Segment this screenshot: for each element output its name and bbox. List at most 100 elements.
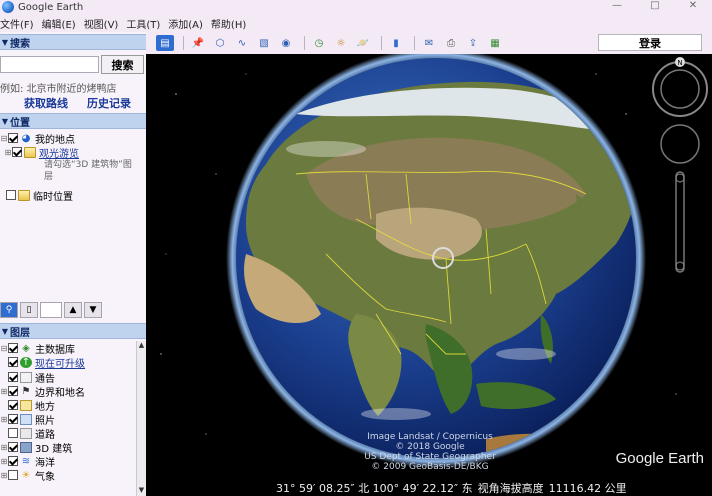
layer-row[interactable]: ⊟ ◈ 主数据库 bbox=[0, 341, 75, 356]
get-route-link[interactable]: 获取路线 bbox=[24, 95, 68, 111]
places-panel-header[interactable]: ▼ 位置 bbox=[0, 113, 146, 129]
tree-row-my-places[interactable]: ⊟ ◕ 我的地点 bbox=[0, 131, 75, 146]
places-icon bbox=[20, 399, 32, 411]
my-places-checkbox[interactable] bbox=[8, 133, 18, 143]
move-up-icon[interactable]: ▲ bbox=[64, 302, 82, 318]
attribution-line: © 2018 Google bbox=[395, 442, 465, 452]
search-button[interactable]: 搜索 bbox=[101, 55, 144, 74]
navigation-controls[interactable] bbox=[652, 57, 708, 273]
switch-planet-icon[interactable]: 🪐 bbox=[354, 35, 372, 51]
panel-toggle-icon[interactable]: ▯ bbox=[20, 302, 38, 318]
layer-checkbox[interactable] bbox=[8, 372, 18, 382]
layer-label: 道路 bbox=[35, 429, 55, 441]
globe-canvas[interactable]: N bbox=[146, 54, 712, 496]
layer-checkbox[interactable] bbox=[8, 456, 18, 466]
sidebar: ▼ 搜索 搜索 例如: 北京市附近的烤鸭店 获取路线 历史记录 ▼ 位置 ⊟ ◕… bbox=[0, 32, 146, 496]
expand-plus-icon[interactable]: ⊞ bbox=[0, 415, 8, 424]
move-joystick-icon[interactable] bbox=[660, 124, 700, 164]
layer-checkbox[interactable] bbox=[8, 400, 18, 410]
sightseeing-note: 请勾选“3D 建筑物”图层 bbox=[44, 160, 132, 182]
expand-minus-icon[interactable]: ⊟ bbox=[0, 344, 8, 353]
save-image-icon[interactable]: ⇪ bbox=[464, 35, 482, 51]
layer-label: 照片 bbox=[35, 415, 55, 427]
scroll-down-icon[interactable]: ▼ bbox=[137, 486, 146, 496]
login-button[interactable]: 登录 bbox=[598, 34, 702, 51]
attribution-line: Image Landsat / Copernicus bbox=[367, 432, 493, 442]
menu-add[interactable]: 添加(A) bbox=[168, 16, 211, 31]
layer-label: 通告 bbox=[35, 373, 55, 385]
search-panel-header[interactable]: ▼ 搜索 bbox=[0, 34, 146, 50]
layer-checkbox[interactable] bbox=[8, 414, 18, 424]
email-icon[interactable]: ✉ bbox=[420, 35, 438, 51]
expand-plus-icon[interactable]: ⊞ bbox=[0, 387, 8, 396]
layer-label[interactable]: 现在可升级 bbox=[35, 355, 85, 370]
layer-checkbox[interactable] bbox=[8, 386, 18, 396]
placemark-icon[interactable]: 📌 bbox=[189, 35, 207, 51]
layer-row[interactable]: 地方 bbox=[8, 398, 55, 413]
expand-plus-icon[interactable]: ⊞ bbox=[0, 457, 8, 466]
layer-row[interactable]: 道路 bbox=[8, 426, 55, 441]
window-title: Google Earth bbox=[18, 1, 84, 13]
sunlight-icon[interactable]: ☼ bbox=[332, 35, 350, 51]
history-link[interactable]: 历史记录 bbox=[87, 95, 131, 111]
layer-row[interactable]: 通告 bbox=[8, 370, 55, 385]
layer-row[interactable]: ⊞ 照片 bbox=[0, 412, 55, 427]
scroll-up-icon[interactable]: ▲ bbox=[137, 341, 146, 351]
minimize-button[interactable]: — bbox=[598, 0, 636, 14]
close-button[interactable]: ✕ bbox=[674, 0, 712, 14]
expand-plus-icon[interactable]: ⊞ bbox=[0, 443, 8, 452]
restore-button[interactable]: □ bbox=[636, 0, 674, 14]
temp-places-checkbox[interactable] bbox=[6, 190, 16, 200]
path-icon[interactable]: ∿ bbox=[233, 35, 251, 51]
tree-row-sightseeing[interactable]: ⊞ 观光游览 bbox=[4, 145, 79, 160]
search-places-icon[interactable]: ⚲ bbox=[0, 302, 18, 318]
eye-altitude-value: 11116.42 公里 bbox=[548, 482, 627, 495]
zoom-out-icon[interactable] bbox=[675, 261, 685, 271]
toolbar-divider bbox=[304, 36, 305, 50]
layer-checkbox[interactable] bbox=[8, 357, 18, 367]
layers-scrollbar[interactable]: ▲ ▼ bbox=[136, 341, 146, 496]
places-mini-toolbar: ⚲ ▯ ▲ ▼ bbox=[0, 301, 146, 319]
zoom-in-icon[interactable] bbox=[675, 173, 685, 183]
earth-view[interactable]: N Image Landsat / Copernicus © 2018 Goog… bbox=[146, 54, 712, 496]
menu-tools[interactable]: 工具(T) bbox=[126, 16, 168, 31]
search-example: 例如: 北京市附近的烤鸭店 bbox=[0, 84, 117, 95]
layer-row[interactable]: ⊞ 3D 建筑 bbox=[0, 440, 72, 455]
sidebar-toggle-icon[interactable]: ▤ bbox=[156, 35, 174, 51]
layer-row[interactable]: ⊞ ≋ 海洋 bbox=[0, 454, 55, 469]
layer-checkbox[interactable] bbox=[8, 343, 18, 353]
places-slider[interactable] bbox=[40, 302, 62, 318]
expand-minus-icon[interactable]: ⊟ bbox=[0, 134, 8, 143]
record-tour-icon[interactable]: ◉ bbox=[277, 35, 295, 51]
sightseeing-checkbox[interactable] bbox=[12, 147, 22, 157]
layer-row[interactable]: ⊞ ⚑ 边界和地名 bbox=[0, 384, 85, 399]
zoom-slider[interactable] bbox=[675, 171, 685, 273]
view-in-maps-icon[interactable]: ▦ bbox=[486, 35, 504, 51]
layer-row[interactable]: ↑ 现在可升级 bbox=[8, 355, 85, 370]
look-joystick-icon[interactable] bbox=[660, 69, 700, 109]
sightseeing-link[interactable]: 观光游览 bbox=[39, 145, 79, 160]
notice-icon bbox=[20, 371, 32, 383]
collapse-triangle-icon: ▼ bbox=[1, 116, 9, 126]
polygon-icon[interactable]: ⬡ bbox=[211, 35, 229, 51]
menu-help[interactable]: 帮助(H) bbox=[211, 16, 254, 31]
print-icon[interactable]: ⎙ bbox=[442, 35, 460, 51]
historical-imagery-icon[interactable]: ◷ bbox=[310, 35, 328, 51]
move-down-icon[interactable]: ▼ bbox=[84, 302, 102, 318]
layer-checkbox[interactable] bbox=[8, 428, 18, 438]
image-overlay-icon[interactable]: ▧ bbox=[255, 35, 273, 51]
menu-view[interactable]: 视图(V) bbox=[84, 16, 127, 31]
search-input[interactable] bbox=[0, 56, 99, 73]
ruler-icon[interactable]: ▮ bbox=[387, 35, 405, 51]
layer-checkbox[interactable] bbox=[8, 442, 18, 452]
layer-checkbox[interactable] bbox=[8, 470, 18, 480]
menu-edit[interactable]: 编辑(E) bbox=[42, 16, 84, 31]
road-icon bbox=[20, 427, 32, 439]
layers-panel-header[interactable]: ▼ 图层 bbox=[0, 323, 146, 339]
expand-plus-icon[interactable]: ⊞ bbox=[4, 148, 12, 157]
coordinates-readout: 31° 59′ 08.25″ 北 100° 49′ 22.12″ 东 bbox=[276, 482, 473, 495]
menu-file[interactable]: 文件(F) bbox=[0, 16, 42, 31]
tree-row-temp-places[interactable]: 临时位置 bbox=[6, 188, 73, 203]
expand-plus-icon[interactable]: ⊞ bbox=[0, 471, 8, 480]
layer-row[interactable]: ⊞ ☀ 气象 bbox=[0, 468, 55, 483]
